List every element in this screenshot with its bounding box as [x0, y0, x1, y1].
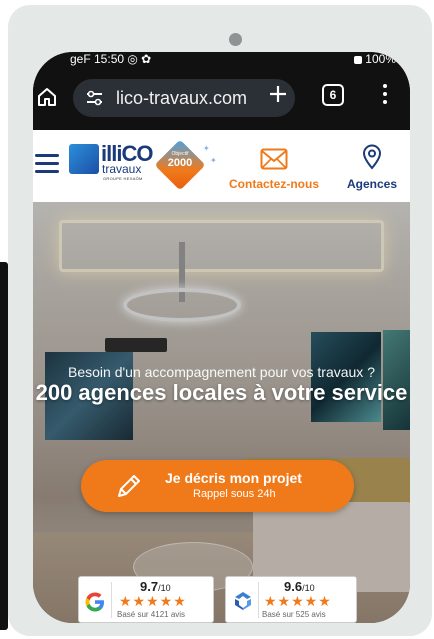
- agences-button[interactable]: Agences: [338, 138, 406, 194]
- mail-icon: [260, 148, 288, 170]
- logo-group: GROUPE HEXAÔM: [103, 176, 143, 181]
- cta-sublabel: Rappel sous 24h: [193, 488, 276, 500]
- url-text: lico-travaux.com: [116, 88, 248, 108]
- google-stars: ★★★★★: [119, 593, 187, 609]
- platform-stars: ★★★★★: [264, 593, 332, 609]
- describe-project-button[interactable]: Je décris mon projet Rappel sous 24h: [81, 460, 354, 512]
- tabs-switcher-button[interactable]: 6: [322, 84, 344, 106]
- google-icon: [85, 592, 104, 612]
- status-bar: geF 15:50 ◎ ✿ 100%: [33, 52, 410, 66]
- hero-subtitle: Besoin d'un accompagnement pour vos trav…: [68, 364, 375, 380]
- device-edge: [0, 262, 8, 630]
- contact-label: Contactez-nous: [229, 177, 319, 191]
- location-pin-icon: [362, 144, 382, 170]
- brand-logo[interactable]: illiCO travaux GROUPE HEXAÔM Objectif 20…: [69, 139, 219, 191]
- logo-mark: [69, 144, 99, 174]
- battery-icon: [353, 55, 362, 64]
- hero-shade: [33, 202, 410, 623]
- platform-review-card[interactable]: 9.6/10 ★★★★★ Basé sur 525 avis: [225, 576, 357, 623]
- review-platform-icon: [235, 592, 251, 610]
- sparkle-icon: ✦: [203, 144, 210, 153]
- home-icon[interactable]: [37, 87, 57, 107]
- site-settings-icon[interactable]: [86, 90, 103, 106]
- hero-banner: Besoin d'un accompagnement pour vos trav…: [33, 202, 410, 623]
- logo-sub: travaux: [102, 162, 142, 176]
- address-bar[interactable]: lico-travaux.com: [73, 79, 295, 117]
- battery-level: 100%: [365, 52, 396, 66]
- phone-screen: geF 15:50 ◎ ✿ 100% lico-travaux.com 6 il…: [33, 52, 410, 623]
- agences-label: Agences: [346, 177, 398, 191]
- sparkle-icon: ✦: [210, 156, 217, 165]
- camera-dot: [229, 33, 242, 46]
- status-indicators: 100%: [351, 52, 396, 66]
- hamburger-menu-icon[interactable]: [35, 154, 59, 176]
- cta-label: Je décris mon projet: [165, 470, 302, 486]
- hero-title: 200 agences locales à votre service: [35, 380, 408, 405]
- site-header: illiCO travaux GROUPE HEXAÔM Objectif 20…: [33, 130, 410, 202]
- review-divider: [258, 582, 259, 618]
- new-tab-plus-icon[interactable]: [269, 85, 287, 103]
- status-time: geF 15:50 ◎ ✿: [70, 52, 152, 66]
- google-review-count: Basé sur 4121 avis: [117, 610, 186, 619]
- pencil-icon: [118, 475, 140, 497]
- contact-button[interactable]: Contactez-nous: [226, 138, 322, 194]
- badge-year: 2000: [167, 157, 193, 169]
- review-divider: [111, 582, 112, 618]
- google-review-card[interactable]: 9.7/10 ★★★★★ Basé sur 4121 avis: [78, 576, 214, 623]
- more-menu-icon[interactable]: [382, 84, 388, 106]
- platform-review-count: Basé sur 525 avis: [262, 610, 326, 619]
- browser-toolbar: lico-travaux.com 6: [33, 66, 410, 130]
